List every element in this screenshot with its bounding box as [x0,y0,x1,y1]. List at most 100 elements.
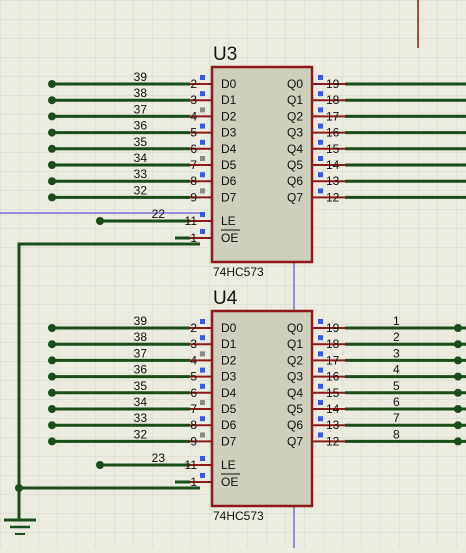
chip-ref-label: U4 [213,288,238,309]
pin-name: D0 [221,321,237,335]
pin-state-marker [318,75,323,80]
pin-number: 9 [190,190,197,204]
pin-number: 15 [326,386,340,400]
net-terminal-dot[interactable] [48,421,56,430]
pin-number: 9 [190,434,197,448]
net-terminal-dot[interactable] [48,372,56,381]
net-label: 6 [393,395,400,409]
pin-state-marker [318,139,323,145]
net-label: 39 [134,70,148,84]
pin-number: 11 [185,214,198,228]
schematic-canvas[interactable]: U3 74HC573 39 2 D0 38 3 D1 37 4 D2 36 5 D3 35 6 D4 34 7 D5 3… [0,0,466,548]
net-terminal-dot[interactable] [48,80,56,88]
net-terminal-dot[interactable] [48,324,56,332]
net-terminal-dot[interactable] [454,421,462,430]
pin-number: 4 [190,353,197,367]
pin-number: 15 [326,142,340,156]
pin-number: 1 [190,231,197,245]
pin-name: D6 [221,418,237,432]
net-terminal-dot[interactable] [96,461,104,469]
pin-state-marker [318,367,323,373]
pin-number: 5 [190,126,197,140]
pin-state-marker [318,91,323,97]
pin-name: Q4 [287,142,303,156]
net-terminal-dot[interactable] [48,356,56,365]
pin-state-marker [318,335,323,341]
pin-number: 3 [190,337,197,351]
pin-name: D4 [221,386,237,400]
pin-number: 19 [326,77,340,91]
pin-state-marker [200,383,205,389]
net-label: 8 [393,427,400,441]
pin-name: LE [221,458,236,472]
net-terminal-dot[interactable] [454,388,462,397]
net-label: 35 [134,135,148,149]
net-terminal-dot[interactable] [48,340,56,349]
pin-number: 7 [190,158,197,172]
pin-number: 18 [326,93,340,107]
pin-state-marker [200,156,205,161]
net-label: 33 [134,411,148,425]
net-terminal-dot[interactable] [96,217,104,225]
pin-number: 14 [326,158,340,172]
pin-number: 12 [326,434,340,448]
pin-name: D2 [221,109,237,123]
net-label: 1 [393,314,400,328]
pin-name: D6 [221,174,237,188]
net-terminal-dot[interactable] [454,437,462,446]
net-terminal-dot[interactable] [454,405,462,413]
pin-name: D7 [221,190,237,204]
net-terminal-dot[interactable] [48,193,56,202]
pin-name: OE [221,475,238,489]
net-terminal-dot[interactable] [48,405,56,413]
net-terminal-dot[interactable] [48,128,56,137]
pin-name: Q0 [287,321,303,335]
pin-state-marker [318,432,323,438]
pin-name: Q5 [287,158,303,172]
net-label: 32 [134,183,148,197]
pin-number: 19 [326,321,340,335]
pin-name: D2 [221,353,237,367]
net-terminal-dot[interactable] [48,112,56,121]
net-terminal-dot[interactable] [454,372,462,381]
pin-state-marker [200,172,205,178]
net-terminal-dot[interactable] [454,340,462,349]
chip-part-label: 74HC573 [213,265,264,279]
net-label: 2 [393,330,400,344]
net-label: 37 [134,346,148,360]
pin-state-marker [200,188,205,194]
pin-state-marker [200,400,205,405]
net-terminal-dot[interactable] [48,437,56,446]
schematic-svg[interactable]: U374HC57339 2 D038 3 D137 4 D236 5 D335 6 D434 7 D53… [0,0,466,548]
pin-number: 6 [190,386,197,400]
pin-number: 1 [190,475,197,489]
pin-number: 17 [326,109,340,123]
net-terminal-dot[interactable] [454,356,462,365]
pin-state-marker [318,188,323,194]
pin-number: 12 [326,190,340,204]
net-terminal-dot[interactable] [48,177,56,186]
net-terminal-dot[interactable] [48,96,56,105]
net-terminal-dot[interactable] [454,324,462,332]
pin-state-marker [318,107,323,113]
pin-number: 4 [190,109,197,123]
junction-dot [15,484,23,492]
pin-state-marker [200,91,205,97]
pin-number: 16 [326,126,340,140]
pin-state-marker [200,123,205,129]
net-terminal-dot[interactable] [48,388,56,397]
pin-number: 11 [185,458,198,472]
pin-state-marker [200,107,205,113]
pin-name: D0 [221,77,237,91]
pin-name: OE [221,231,238,245]
pin-state-marker [318,319,323,324]
pin-state-marker [318,156,323,161]
net-label: 22 [152,207,166,221]
pin-number: 18 [326,337,340,351]
pin-state-marker [318,416,323,422]
pin-state-marker [200,139,205,145]
net-terminal-dot[interactable] [48,161,56,169]
net-terminal-dot[interactable] [48,144,56,153]
pin-name: Q1 [287,337,303,351]
net-label: 5 [393,379,400,393]
